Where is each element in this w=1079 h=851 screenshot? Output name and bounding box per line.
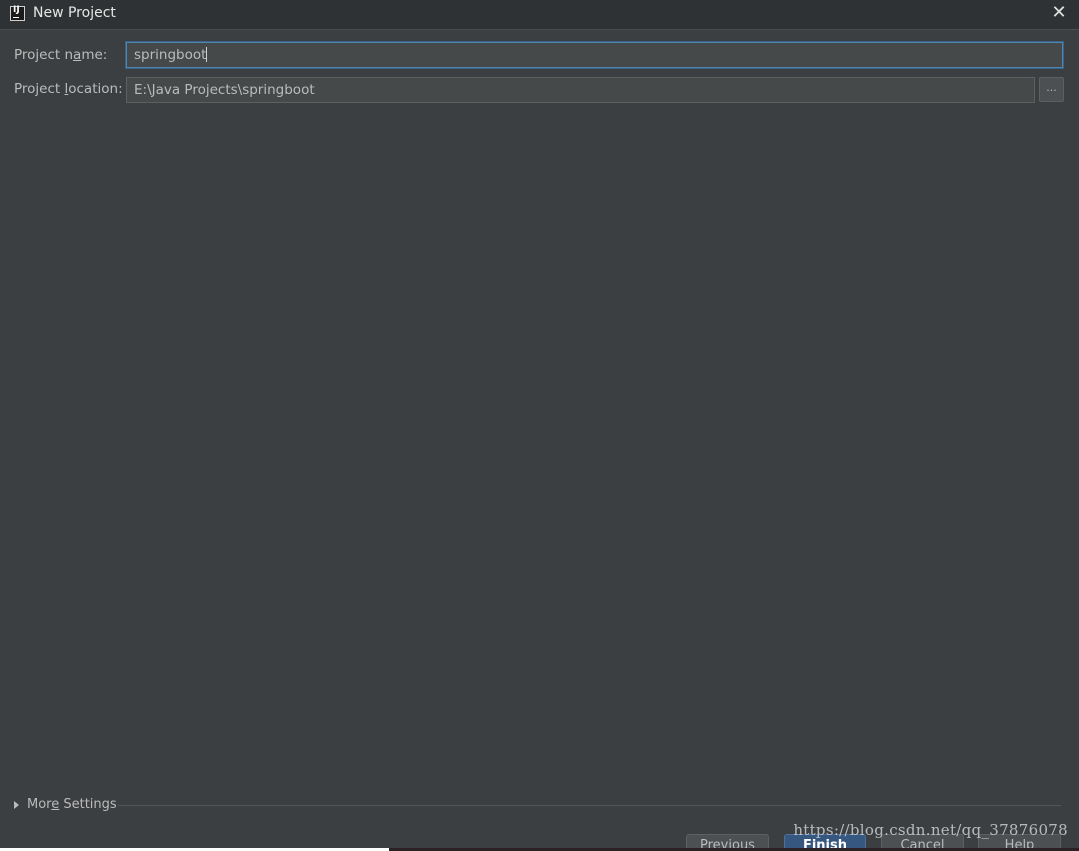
project-location-label: Project location: xyxy=(14,81,123,97)
window-title: New Project xyxy=(33,5,116,21)
project-name-input[interactable]: springboot xyxy=(126,42,1063,68)
app-icon-text: IJ xyxy=(13,5,20,15)
expand-triangle-icon xyxy=(14,800,19,809)
project-name-value: springboot xyxy=(134,47,207,63)
intellij-icon: IJ xyxy=(10,5,25,21)
project-name-label: Project name: xyxy=(14,47,108,63)
browse-button[interactable]: ... xyxy=(1039,77,1064,102)
more-settings-divider xyxy=(118,805,1061,806)
more-settings-label: More Settings xyxy=(27,797,117,812)
project-location-input[interactable]: E:\Java Projects\springboot xyxy=(126,77,1035,103)
more-settings-toggle[interactable]: More Settings xyxy=(14,797,117,812)
close-icon[interactable]: ✕ xyxy=(1049,3,1069,23)
title-bar: IJ New Project ✕ xyxy=(0,0,1079,30)
watermark-text: https://blog.csdn.net/qq_37876078 xyxy=(793,821,1068,839)
previous-button[interactable]: Previous xyxy=(686,834,769,848)
project-location-value: E:\Java Projects\springboot xyxy=(134,82,315,98)
text-caret xyxy=(206,47,208,62)
new-project-dialog: IJ New Project ✕ Project name: springboo… xyxy=(0,0,1079,848)
